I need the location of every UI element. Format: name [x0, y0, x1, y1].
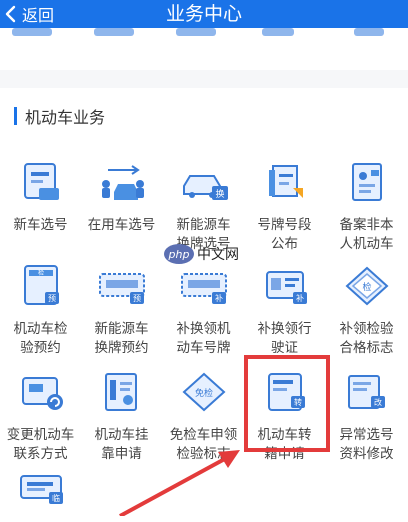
- svg-text:改: 改: [374, 397, 382, 407]
- service-label: 在用车选号: [87, 217, 156, 233]
- service-item[interactable]: 在用车选号: [81, 158, 162, 235]
- service-item[interactable]: 变更机动车 联系方式: [0, 368, 81, 464]
- svg-text:补: 补: [215, 293, 223, 303]
- service-label: 号牌号段: [257, 217, 312, 233]
- abnormal-change-icon: 改: [347, 375, 385, 409]
- partial-icon: [248, 28, 308, 42]
- highlight-box: [244, 355, 330, 452]
- section-header: 机动车业务: [14, 104, 105, 128]
- replace-license-icon: 补: [265, 271, 307, 304]
- page-title: 业务中心: [165, 3, 242, 25]
- scrolled-icon-strip: [0, 28, 408, 71]
- service-item[interactable]: 检 预 机动车检 验预约: [0, 262, 81, 358]
- service-label: 备案非本: [339, 217, 394, 233]
- service-label: 异常选号: [339, 427, 394, 443]
- service-label: 免检车申领: [169, 427, 238, 443]
- contact-change-icon: [21, 377, 63, 410]
- svg-text:预: 预: [48, 293, 56, 303]
- record-vehicle-icon: [351, 163, 382, 201]
- service-label: 补领检验: [339, 321, 394, 337]
- inspection-appointment-icon: 检 预: [23, 265, 59, 305]
- watermark-logo: php: [164, 244, 194, 264]
- svg-text:检: 检: [37, 269, 43, 277]
- partial-icon: [340, 28, 400, 42]
- service-item[interactable]: 备案非本 人机动车: [326, 158, 407, 254]
- partial-icon: [2, 28, 62, 42]
- svg-text:检: 检: [362, 281, 371, 293]
- vehicle-affiliation-icon: [104, 373, 137, 411]
- service-item[interactable]: 号牌号段 公布: [244, 158, 325, 254]
- inspection-free-icon: 免检: [182, 372, 225, 412]
- svg-text:补: 补: [296, 293, 304, 303]
- service-label: 补换领机: [176, 321, 231, 337]
- top-app-bar: 返回 业务中心: [0, 0, 408, 28]
- svg-text:预: 预: [133, 293, 141, 303]
- service-item[interactable]: 预 新能源车 换牌预约: [81, 262, 162, 358]
- svg-text:换: 换: [215, 188, 224, 200]
- service-item[interactable]: 检 补领检验 合格标志: [326, 262, 407, 358]
- inspection-mark-icon: 检: [345, 266, 388, 306]
- service-item[interactable]: 免检 免检车申领 检验标志: [163, 368, 244, 464]
- plate-segment-icon: [268, 165, 303, 198]
- service-item[interactable]: 改 异常选号 资料修改: [326, 368, 407, 464]
- service-label: 新能源车: [176, 217, 231, 233]
- replace-plate-icon: 补: [180, 273, 227, 304]
- service-label: 补换领行: [257, 321, 312, 337]
- service-label: 变更机动车: [6, 427, 75, 443]
- service-item[interactable]: 换 新能源车 换牌选号: [163, 158, 244, 254]
- used-car-icon: [101, 165, 144, 200]
- service-label: 新能源车: [94, 321, 149, 337]
- new-energy-car-icon: 换: [182, 175, 228, 200]
- svg-text:免检: 免检: [194, 387, 212, 399]
- service-label: 机动车检: [13, 321, 68, 337]
- service-item[interactable]: 补 补换领机 动车号牌: [163, 262, 244, 358]
- svg-text:临: 临: [52, 493, 60, 503]
- watermark: php 中文网: [164, 244, 239, 264]
- watermark-text: 中文网: [197, 247, 239, 263]
- section-title: 机动车业务: [25, 108, 106, 127]
- car-number-icon: [23, 163, 59, 200]
- service-item[interactable]: 补 补换领行 驶证: [244, 262, 325, 358]
- section-divider: [0, 70, 408, 88]
- service-label: 机动车挂: [94, 427, 149, 443]
- service-label: 新车选号: [13, 217, 68, 233]
- service-item[interactable]: 机动车挂 靠申请: [81, 368, 162, 464]
- temporary-plate-icon: 临: [19, 475, 63, 504]
- section-accent-bar: [14, 107, 17, 125]
- partial-icon: [84, 28, 144, 42]
- service-item[interactable]: 新车选号: [0, 158, 81, 235]
- partial-icon: [166, 28, 226, 42]
- plate-appointment-icon: 预: [98, 273, 145, 304]
- service-item[interactable]: 临: [0, 468, 81, 522]
